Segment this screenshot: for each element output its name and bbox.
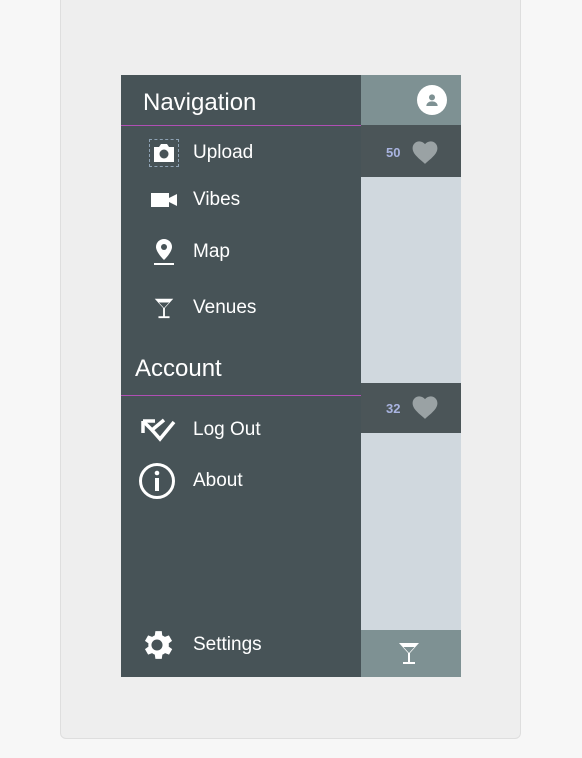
drawer-item-settings[interactable]: Settings xyxy=(121,625,361,665)
map-pin-icon xyxy=(154,239,174,265)
martini-glass-icon xyxy=(154,298,174,319)
section-divider xyxy=(121,125,361,126)
gear-icon xyxy=(144,631,173,659)
heart-icon[interactable] xyxy=(407,139,443,165)
drawer-item-label: About xyxy=(193,470,243,491)
section-divider xyxy=(121,395,361,396)
video-camera-icon xyxy=(151,193,177,207)
profile-avatar-button[interactable] xyxy=(417,85,447,115)
navigation-drawer: Navigation Upload Vibes Map Venues Accou… xyxy=(121,75,361,677)
navigation-section-title: Navigation xyxy=(143,89,257,116)
drawer-item-label: Venues xyxy=(193,297,257,318)
app-screen: 50 32 Navigation Upload Vibes Map Venues… xyxy=(121,75,461,677)
drawer-item-log-out[interactable]: Log Out xyxy=(121,410,361,450)
martini-glass-icon[interactable] xyxy=(397,640,421,666)
drawer-item-label: Upload xyxy=(193,142,254,163)
drawer-item-about[interactable]: About xyxy=(121,461,361,501)
heart-icon[interactable] xyxy=(407,394,443,420)
drawer-item-venues[interactable]: Venues xyxy=(121,288,361,328)
user-icon xyxy=(426,94,438,106)
like-count: 50 xyxy=(386,145,401,160)
drawer-item-label: Log Out xyxy=(193,419,261,440)
info-icon xyxy=(139,463,175,499)
drawer-item-vibes[interactable]: Vibes xyxy=(121,180,361,220)
logout-check-icon xyxy=(141,418,176,442)
drawer-item-label: Map xyxy=(193,241,230,262)
drawer-item-upload[interactable]: Upload xyxy=(121,133,361,173)
drawer-item-label: Settings xyxy=(193,634,262,655)
camera-icon xyxy=(149,139,179,167)
account-section-title: Account xyxy=(135,355,222,382)
drawer-item-label: Vibes xyxy=(193,189,241,210)
drawer-item-map[interactable]: Map xyxy=(121,232,361,272)
like-count: 32 xyxy=(386,401,401,416)
